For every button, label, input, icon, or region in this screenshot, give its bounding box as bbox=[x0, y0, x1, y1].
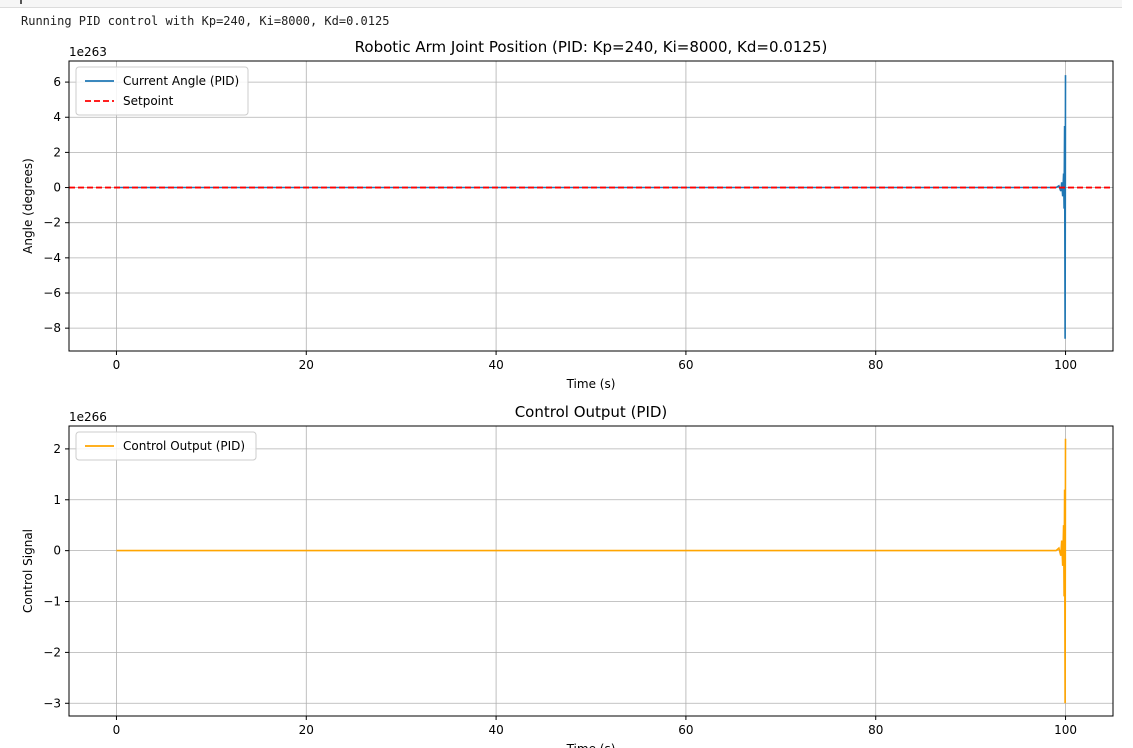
x-tick-label: 0 bbox=[113, 358, 121, 372]
chart-1: 0 20 40 60 80 100 −8 −6 −4 −2 0 2 4 6 1e263 Robotic Arm… bbox=[21, 38, 1114, 391]
y-tick-label: −1 bbox=[43, 595, 61, 609]
chart-2: 0 20 40 60 80 100 −3 −2 −1 0 1 2 1e266 Control Output… bbox=[21, 403, 1114, 748]
x-tick-label: 80 bbox=[868, 358, 883, 372]
y-axis-label: Angle (degrees) bbox=[21, 158, 35, 254]
x-tick-label: 100 bbox=[1054, 723, 1077, 737]
chart-title: Control Output (PID) bbox=[515, 403, 668, 421]
y-tick-label: 4 bbox=[53, 110, 61, 124]
y-axis-label: Control Signal bbox=[21, 529, 35, 613]
x-tick-label: 40 bbox=[488, 723, 503, 737]
y-tick-label: 0 bbox=[53, 544, 61, 558]
legend-label: Current Angle (PID) bbox=[123, 74, 239, 88]
y-offset-text: 1e263 bbox=[69, 45, 107, 59]
y-tick-label: −8 bbox=[43, 321, 61, 335]
x-tick-label: 20 bbox=[299, 723, 314, 737]
x-tick-label: 20 bbox=[299, 358, 314, 372]
series-line-control-output-pid- bbox=[116, 438, 1067, 704]
y-tick-label: −4 bbox=[43, 251, 61, 265]
x-tick-label: 80 bbox=[868, 723, 883, 737]
x-tick-label: 60 bbox=[678, 723, 693, 737]
x-axis-label: Time (s) bbox=[566, 377, 616, 391]
x-tick-label: 100 bbox=[1054, 358, 1077, 372]
legend-label: Setpoint bbox=[123, 94, 174, 108]
y-tick-label: 2 bbox=[53, 145, 61, 159]
y-offset-text: 1e266 bbox=[69, 410, 107, 424]
chart-title: Robotic Arm Joint Position (PID: Kp=240,… bbox=[355, 38, 828, 56]
x-tick-label: 0 bbox=[113, 723, 121, 737]
axes-frame bbox=[68, 425, 1114, 717]
legend-label: Control Output (PID) bbox=[123, 439, 245, 453]
y-tick-label: −3 bbox=[43, 696, 61, 710]
y-tick-label: −6 bbox=[43, 286, 61, 300]
x-tick-label: 60 bbox=[678, 358, 693, 372]
x-axis-label: Time (s) bbox=[566, 742, 616, 748]
y-tick-label: 6 bbox=[53, 75, 61, 89]
y-tick-label: −2 bbox=[43, 645, 61, 659]
y-tick-label: −2 bbox=[43, 216, 61, 230]
series-line-current-angle-pid- bbox=[116, 75, 1067, 339]
y-tick-label: 0 bbox=[53, 181, 61, 195]
x-tick-label: 40 bbox=[488, 358, 503, 372]
y-tick-label: 2 bbox=[53, 442, 61, 456]
pid-figure: 0 20 40 60 80 100−8−6−4−202461e263 Robotic Arm… bbox=[21, 38, 1114, 748]
y-tick-label: 1 bbox=[53, 493, 61, 507]
